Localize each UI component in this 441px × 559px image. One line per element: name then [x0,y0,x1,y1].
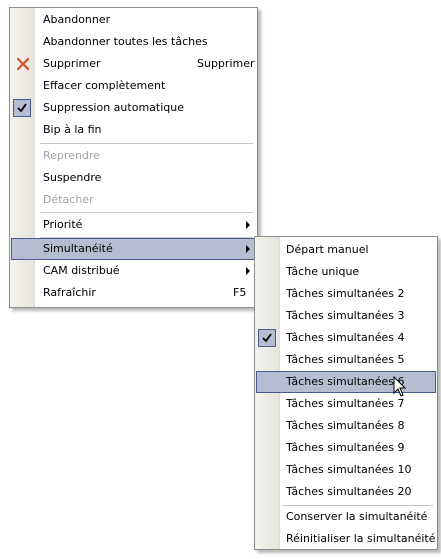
shortcut-text: Supprimer [197,57,255,70]
context-menu: Abandonner Abandonner toutes les tâches … [9,7,258,308]
submenu-item-tasks-7[interactable]: Tâches simultanées 7 [256,393,436,415]
submenu-item-tasks-9[interactable]: Tâches simultanées 9 [256,437,436,459]
shortcut-text: F5 [233,286,247,299]
submenu-arrow-icon [246,245,250,253]
menu-item-label: Tâche unique [286,265,360,278]
submenu-item-reset-simultaneity[interactable]: Réinitialiser la simultanéité [256,528,436,550]
menu-item-label: Rafraîchir [43,286,96,299]
menu-separator [40,212,253,213]
submenu-item-tasks-5[interactable]: Tâches simultanées 5 [256,349,436,371]
menu-item-label: Effacer complètement [43,79,166,92]
delete-icon [16,57,30,74]
menu-item-auto-delete[interactable]: Suppression automatique [11,97,256,119]
menu-item-label: Tâches simultanées 4 [286,331,405,344]
menu-item-abandon-all[interactable]: Abandonner toutes les tâches [11,31,256,53]
submenu-item-keep-simultaneity[interactable]: Conserver la simultanéité [256,506,436,528]
menu-separator [40,143,253,144]
menu-item-distributed-cam[interactable]: CAM distribué [11,260,256,282]
menu-item-abandon[interactable]: Abandonner [11,9,256,31]
menu-item-label: Bip à la fin [43,123,102,136]
submenu-item-tasks-6[interactable]: Tâches simultanées 6 [256,371,436,393]
menu-item-suspend[interactable]: Suspendre [11,167,256,189]
submenu-arrow-icon [246,221,250,229]
menu-item-label: Tâches simultanées 9 [286,441,405,454]
menu-item-simultaneity[interactable]: Simultanéité [11,238,256,260]
menu-item-label: Conserver la simultanéité [286,510,428,523]
menu-item-label: Suppression automatique [43,101,184,114]
menu-item-label: Tâches simultanées 3 [286,309,405,322]
menu-item-refresh[interactable]: Rafraîchir F5 [11,282,256,304]
menu-item-label: Tâches simultanées 10 [286,463,412,476]
menu-item-label: Tâches simultanées 2 [286,287,405,300]
menu-item-label: Départ manuel [286,243,369,256]
menu-item-label: Abandonner [43,13,111,26]
checkmark-icon [13,99,31,117]
menu-item-priority[interactable]: Priorité [11,214,256,236]
menu-item-erase-completely[interactable]: Effacer complètement [11,75,256,97]
submenu-item-single-task[interactable]: Tâche unique [256,261,436,283]
mouse-cursor-icon [393,376,407,397]
menu-item-detach[interactable]: Détacher [11,189,256,211]
submenu-item-tasks-8[interactable]: Tâches simultanées 8 [256,415,436,437]
menu-item-label: Tâches simultanées 5 [286,353,405,366]
menu-item-label: Réinitialiser la simultanéité [286,532,436,545]
menu-item-label: Détacher [43,193,94,206]
submenu-item-tasks-20[interactable]: Tâches simultanées 20 [256,481,436,503]
menu-item-label: Priorité [43,218,83,231]
checkmark-icon [258,329,276,347]
menu-item-label: Tâches simultanées 7 [286,397,405,410]
submenu-item-tasks-2[interactable]: Tâches simultanées 2 [256,283,436,305]
submenu-arrow-icon [246,267,250,275]
submenu-item-manual-start[interactable]: Départ manuel [256,239,436,261]
menu-item-label: Simultanéité [43,242,113,255]
menu-item-label: Abandonner toutes les tâches [43,35,208,48]
menu-item-label: Supprimer [43,57,101,70]
menu-item-beep-at-end[interactable]: Bip à la fin [11,119,256,141]
submenu-item-tasks-10[interactable]: Tâches simultanées 10 [256,459,436,481]
menu-item-label: CAM distribué [43,264,120,277]
simultaneity-submenu: Départ manuel Tâche unique Tâches simult… [254,236,438,550]
menu-item-label: Tâches simultanées 8 [286,419,405,432]
submenu-item-tasks-4[interactable]: Tâches simultanées 4 [256,327,436,349]
menu-item-label: Suspendre [43,171,102,184]
menu-item-label: Tâches simultanées 6 [286,375,405,388]
menu-item-label: Reprendre [43,149,100,162]
menu-item-delete[interactable]: Supprimer Supprimer [11,53,256,75]
submenu-item-tasks-3[interactable]: Tâches simultanées 3 [256,305,436,327]
menu-item-label: Tâches simultanées 20 [286,485,412,498]
menu-item-resume[interactable]: Reprendre [11,145,256,167]
